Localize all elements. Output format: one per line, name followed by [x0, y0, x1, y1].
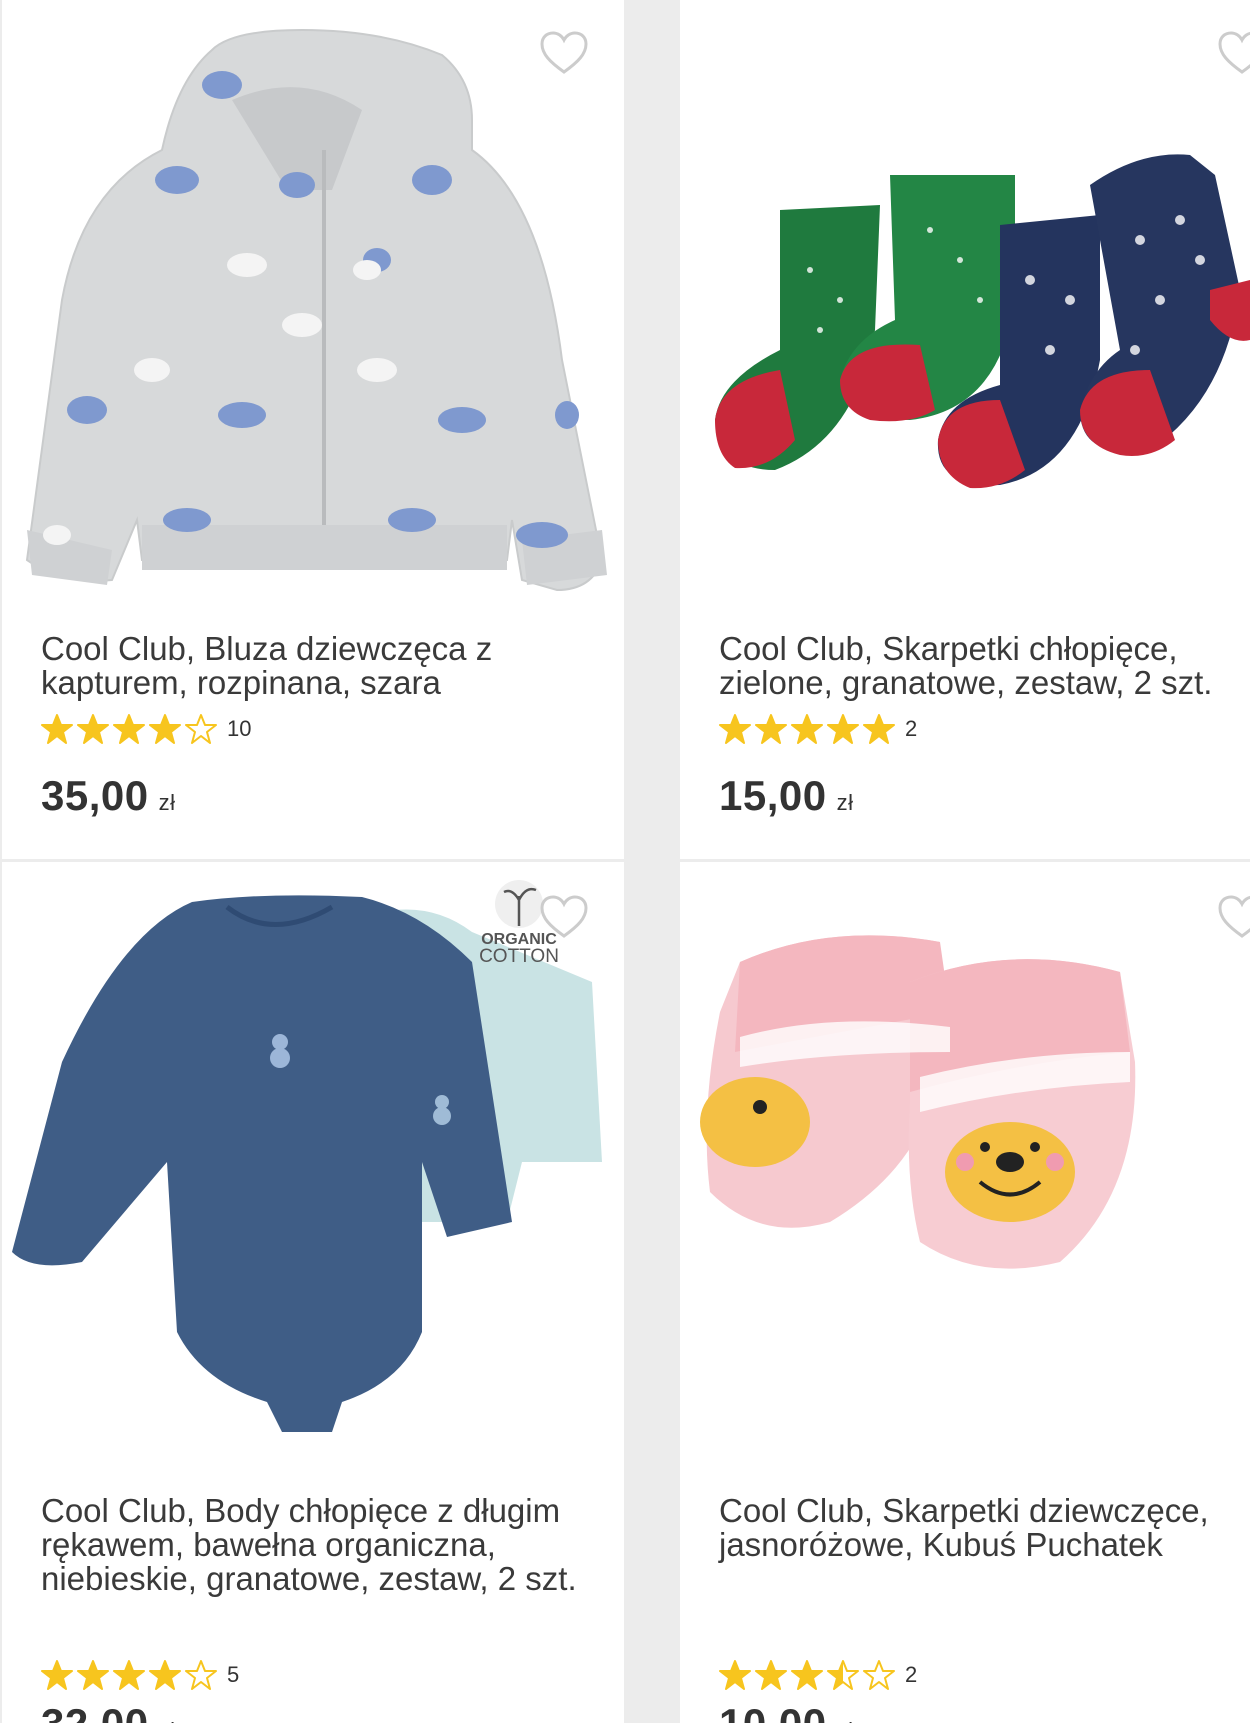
rating-count: 10	[227, 716, 252, 741]
wishlist-heart-icon[interactable]	[538, 894, 590, 940]
product-price: 15,00 zł	[719, 772, 854, 820]
product-price: 35,00 zł	[41, 772, 176, 820]
product-card[interactable]: ORGANIC COTTON Cool Club, Body chłopięce…	[2, 862, 624, 1723]
star-filled-icon	[41, 1660, 73, 1690]
product-rating: 5	[41, 1659, 239, 1691]
product-rating: 10	[41, 713, 251, 745]
product-card[interactable]: Cool Club, Skarpetki dziewczęce, jasnoró…	[680, 862, 1250, 1723]
price-value: 32,00	[41, 1700, 149, 1723]
product-title[interactable]: Cool Club, Body chłopięce z długim rękaw…	[41, 1494, 581, 1596]
price-currency: zł	[158, 790, 176, 815]
star-filled-icon	[77, 1660, 109, 1690]
product-title[interactable]: Cool Club, Skarpetki chłopięce, zielone,…	[719, 632, 1244, 700]
star-filled-icon	[113, 714, 145, 744]
price-value: 35,00	[41, 772, 149, 819]
star-filled-icon	[791, 1660, 823, 1690]
star-filled-icon	[149, 1660, 181, 1690]
product-card[interactable]: Cool Club, Bluza dziewczęca z kapturem, …	[2, 0, 624, 859]
star-filled-icon	[719, 714, 751, 744]
product-title[interactable]: Cool Club, Bluza dziewczęca z kapturem, …	[41, 632, 581, 700]
star-filled-icon	[113, 1660, 145, 1690]
star-filled-icon	[149, 714, 181, 744]
product-price: 32,00 zł	[41, 1700, 176, 1723]
star-filled-icon	[41, 714, 73, 744]
product-price: 10,00 zł	[719, 1700, 854, 1723]
product-rating: 2	[719, 713, 917, 745]
product-title[interactable]: Cool Club, Skarpetki dziewczęce, jasnoró…	[719, 1494, 1244, 1562]
wishlist-heart-icon[interactable]	[1216, 894, 1250, 940]
star-filled-icon	[827, 714, 859, 744]
star-filled-icon	[863, 714, 895, 744]
price-value: 15,00	[719, 772, 827, 819]
star-filled-icon	[77, 714, 109, 744]
star-filled-icon	[755, 1660, 787, 1690]
product-image-pink-socks[interactable]	[680, 862, 1250, 1462]
star-empty-icon	[185, 1660, 217, 1690]
badge-line-2: COTTON	[479, 946, 559, 967]
rating-count: 2	[905, 716, 918, 741]
price-currency: zł	[837, 1718, 854, 1723]
product-image-socks[interactable]	[680, 0, 1250, 600]
star-half-icon	[827, 1660, 859, 1690]
wishlist-heart-icon[interactable]	[538, 30, 590, 76]
wishlist-heart-icon[interactable]	[1216, 30, 1250, 76]
tree-icon	[495, 880, 543, 928]
price-currency: zł	[159, 1718, 176, 1723]
rating-count: 2	[905, 1662, 918, 1687]
price-value: 10,00	[719, 1700, 827, 1723]
product-card[interactable]: Cool Club, Skarpetki chłopięce, zielone,…	[680, 0, 1250, 859]
price-currency: zł	[836, 790, 854, 815]
star-empty-icon	[185, 714, 217, 744]
star-empty-icon	[863, 1660, 895, 1690]
product-image-hoodie[interactable]	[2, 0, 624, 600]
star-filled-icon	[719, 1660, 751, 1690]
star-filled-icon	[755, 714, 787, 744]
rating-count: 5	[227, 1662, 240, 1687]
star-filled-icon	[791, 714, 823, 744]
product-rating: 2	[719, 1659, 917, 1691]
